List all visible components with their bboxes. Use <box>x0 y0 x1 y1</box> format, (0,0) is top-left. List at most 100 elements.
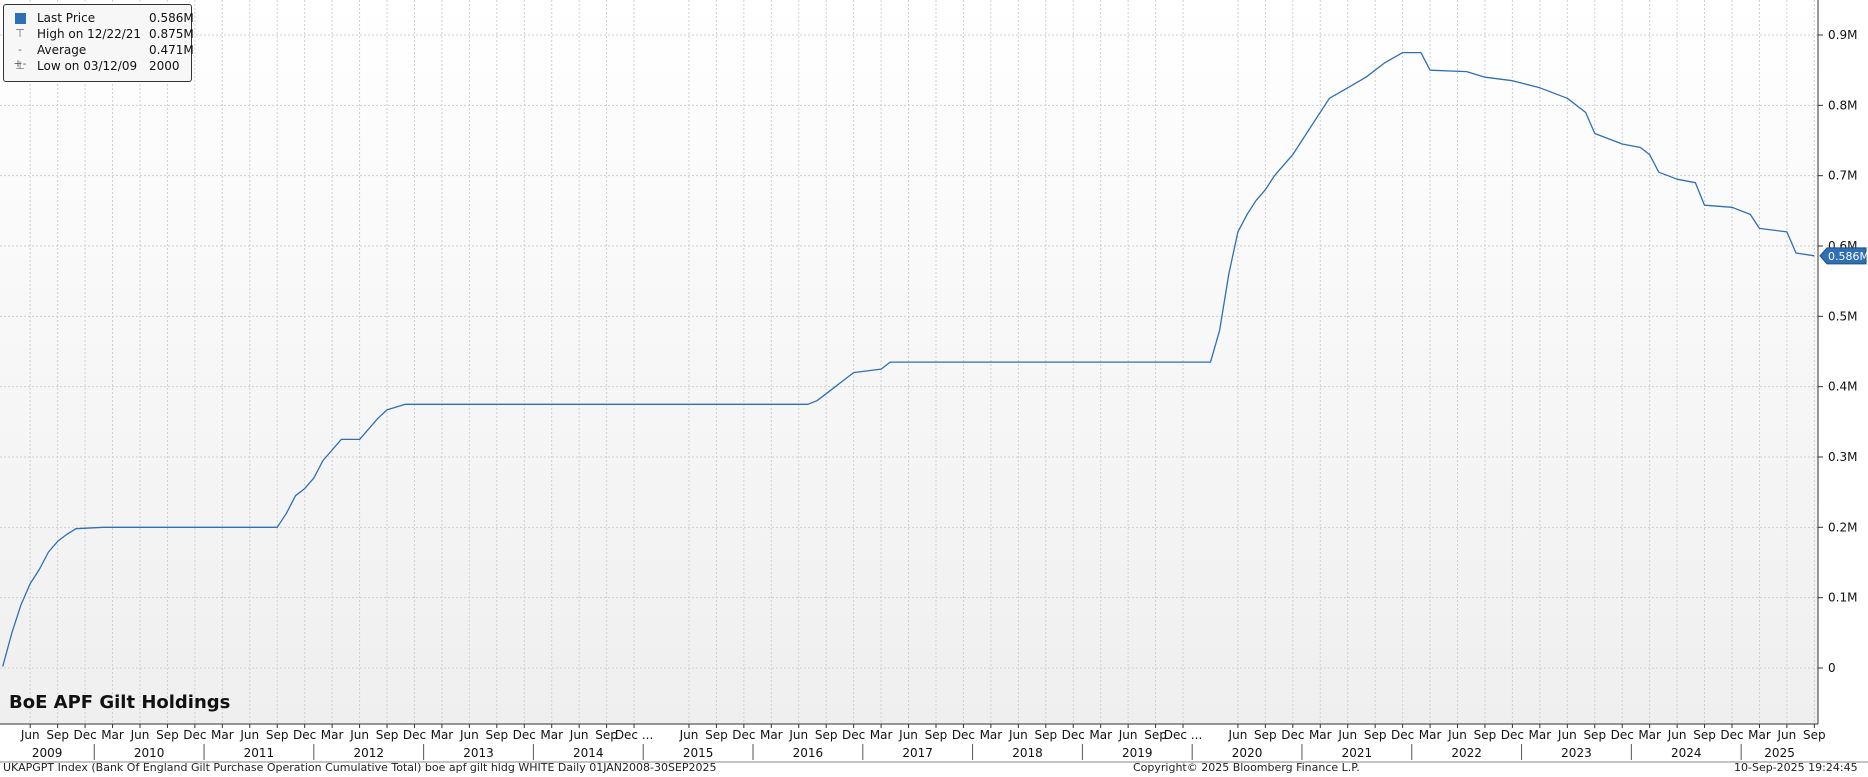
x-year-label: 2014 <box>573 746 604 760</box>
x-year-label: 2016 <box>793 746 824 760</box>
x-year-label: 2017 <box>902 746 933 760</box>
x-tick-label: Dec <box>1720 728 1743 742</box>
x-tick-label: Sep <box>925 728 948 742</box>
high-marker-icon: ⊤ <box>15 27 25 40</box>
x-tick-label: Jun <box>1777 728 1797 742</box>
x-tick-label: Mar <box>1089 728 1112 742</box>
x-year-label: 2015 <box>683 746 714 760</box>
x-tick-label: Dec ... <box>615 728 653 742</box>
x-tick-label: Mar <box>760 728 783 742</box>
x-tick-label: Dec <box>403 728 426 742</box>
x-year-label: 2019 <box>1122 746 1153 760</box>
x-tick-label: Jun <box>898 728 918 742</box>
x-tick-label: Mar <box>540 728 563 742</box>
y-tick-label: 0.4M <box>1828 380 1857 394</box>
x-tick-label: Mar <box>980 728 1003 742</box>
legend-label: Average <box>37 43 87 57</box>
x-year-label: 2018 <box>1012 746 1043 760</box>
x-tick-label: Jun <box>1228 728 1248 742</box>
x-tick-label: Dec <box>732 728 755 742</box>
x-tick-label: Jun <box>1557 728 1577 742</box>
x-tick-label: Mar <box>1309 728 1332 742</box>
x-tick-label: Mar <box>1529 728 1552 742</box>
y-tick-label: 0.2M <box>1828 520 1857 534</box>
last-price-tag-label: 0.586M <box>1828 250 1868 263</box>
y-tick-label: 0.7M <box>1828 169 1857 183</box>
x-tick-label: Sep <box>815 728 838 742</box>
x-year-label: 2022 <box>1451 746 1482 760</box>
x-year-label: 2011 <box>244 746 275 760</box>
x-tick-label: Dec <box>513 728 536 742</box>
chart-title: BoE APF Gilt Holdings <box>9 692 231 713</box>
x-tick-label: Jun <box>20 728 40 742</box>
x-tick-label: Sep <box>46 728 69 742</box>
x-tick-label: Dec <box>952 728 975 742</box>
x-year-label: 2024 <box>1671 746 1702 760</box>
last-price-tag-layer: 0.586M <box>1819 247 1868 265</box>
x-tick-label: Mar <box>321 728 344 742</box>
x-year-label: 2020 <box>1232 746 1263 760</box>
legend-item-average: -+- Average 0.471M <box>4 42 193 70</box>
x-tick-label: Jun <box>239 728 259 742</box>
legend-label: Low on 03/12/09 <box>37 59 138 73</box>
x-tick-label: Mar <box>870 728 893 742</box>
legend-value: 2000 <box>149 59 180 73</box>
footer-security-description: UKAPGPT Index (Bank Of England Gilt Purc… <box>3 761 717 774</box>
x-tick-label: Mar <box>431 728 454 742</box>
x-tick-label: Jun <box>349 728 369 742</box>
legend-label: Last Price <box>37 11 96 25</box>
x-tick-label: Sep <box>1803 728 1826 742</box>
x-year-label: 2012 <box>353 746 384 760</box>
x-tick-label: Jun <box>788 728 808 742</box>
x-year-label: 2013 <box>463 746 494 760</box>
legend-item-last-price: Last Price 0.586M <box>4 10 194 26</box>
y-tick-label: 0 <box>1828 661 1836 675</box>
footer-timestamp: 10-Sep-2025 19:24:45 <box>1734 761 1858 774</box>
chart-canvas: 00.1M0.2M0.3M0.4M0.5M0.6M0.7M0.8M0.9MJun… <box>0 0 1868 763</box>
x-tick-label: Dec <box>1611 728 1634 742</box>
legend-item-high: ⊤ High on 12/22/21 0.875M <box>4 26 194 42</box>
x-year-label: 2009 <box>32 746 63 760</box>
x-tick-label: Sep <box>1364 728 1387 742</box>
x-year-label: 2010 <box>134 746 165 760</box>
x-tick-label: Dec ... <box>1164 728 1202 742</box>
x-tick-label: Jun <box>1667 728 1687 742</box>
footer-copyright: Copyright© 2025 Bloomberg Finance L.P. <box>1133 761 1360 774</box>
y-tick-label: 0.3M <box>1828 450 1857 464</box>
x-tick-label: Dec <box>293 728 316 742</box>
x-tick-label: Jun <box>130 728 150 742</box>
x-tick-label: Sep <box>1583 728 1606 742</box>
legend-label: High on 12/22/21 <box>37 27 142 41</box>
x-tick-label: Dec <box>183 728 206 742</box>
y-tick-label: 0.5M <box>1828 309 1857 323</box>
x-tick-label: Dec <box>1501 728 1524 742</box>
x-tick-label: Jun <box>1447 728 1467 742</box>
x-tick-label: Sep <box>156 728 179 742</box>
square-swatch-icon <box>13 11 27 25</box>
x-tick-label: Dec <box>1391 728 1414 742</box>
legend-item-low: ⊥ Low on 03/12/09 2000 <box>4 58 191 74</box>
x-tick-label: Mar <box>1638 728 1661 742</box>
x-tick-label: Jun <box>569 728 589 742</box>
y-tick-label: 0.1M <box>1828 591 1857 605</box>
x-tick-label: Dec <box>842 728 865 742</box>
x-tick-label: Sep <box>1034 728 1057 742</box>
x-tick-label: Mar <box>211 728 234 742</box>
x-tick-label: Dec <box>1281 728 1304 742</box>
x-tick-label: Jun <box>459 728 479 742</box>
x-tick-label: Mar <box>1748 728 1771 742</box>
x-tick-label: Jun <box>679 728 699 742</box>
x-tick-label: Sep <box>486 728 509 742</box>
x-tick-label: Sep <box>376 728 399 742</box>
x-tick-label: Sep <box>266 728 289 742</box>
x-tick-label: Jun <box>1337 728 1357 742</box>
x-tick-label: Dec <box>73 728 96 742</box>
legend-value: 0.875M <box>149 27 194 41</box>
average-marker-icon: -+- <box>13 43 27 70</box>
x-year-label: 2023 <box>1561 746 1592 760</box>
x-tick-label: Sep <box>1474 728 1497 742</box>
x-year-label: 2021 <box>1342 746 1373 760</box>
x-tick-label: Sep <box>1254 728 1277 742</box>
x-tick-label: Jun <box>1008 728 1028 742</box>
x-year-label: 2025 <box>1764 746 1795 760</box>
